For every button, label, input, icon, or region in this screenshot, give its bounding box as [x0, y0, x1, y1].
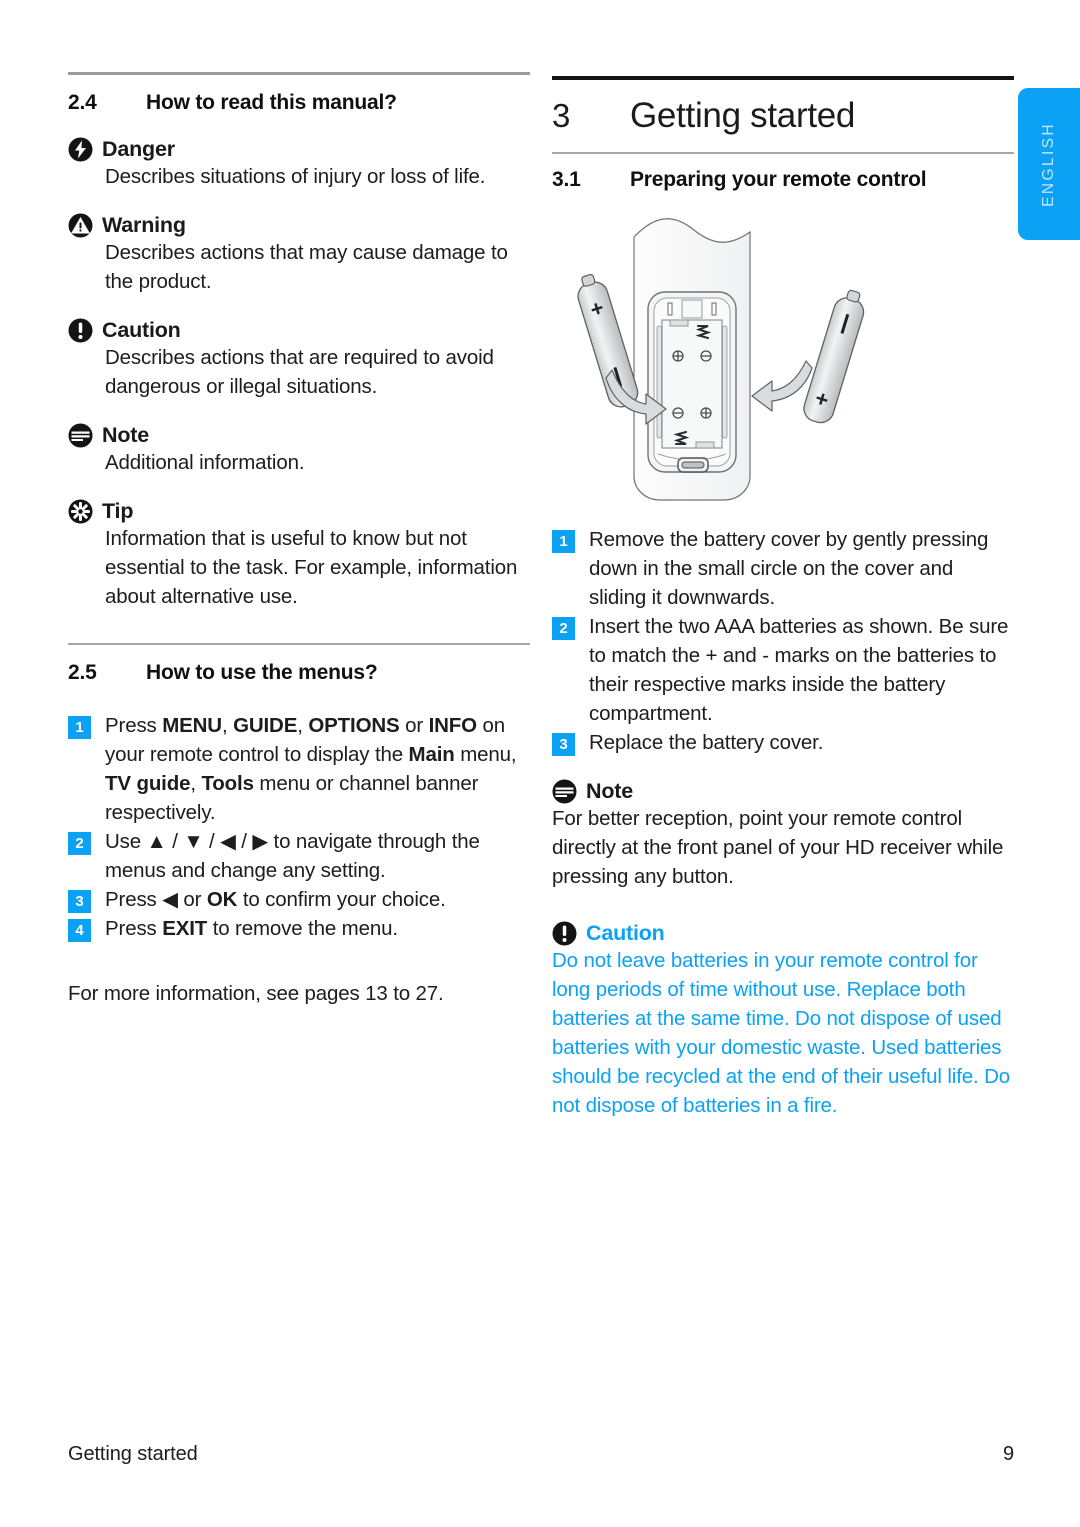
footer-chapter-label: Getting started [68, 1443, 198, 1465]
notice-text: Describes actions that are required to a… [105, 346, 494, 398]
footer-page-number: 9 [1002, 1443, 1014, 1465]
notice-label: Caution [586, 921, 665, 945]
notice-label: Danger [102, 137, 175, 161]
step-badge: 1 [552, 530, 575, 553]
warning-icon [68, 213, 93, 238]
right-column: 3 Getting started 3.1 Preparing your rem… [552, 0, 1014, 1120]
notice-warning: Warning Describes actions that may cause… [68, 213, 530, 296]
list-item: 1 Press MENU, GUIDE, OPTIONS or INFO on … [68, 711, 530, 827]
notice-text: Describes situations of injury or loss o… [105, 165, 486, 188]
notice-text: For better reception, point your remote … [552, 807, 1004, 888]
notice-title: Note [68, 423, 530, 448]
list-item: 4 Press EXIT to remove the menu. [68, 914, 530, 943]
section-heading-2-5: 2.5 How to use the menus? [68, 661, 530, 685]
language-tab: ENGLISH [1018, 88, 1080, 240]
list-item: 3 Replace the battery cover. [552, 728, 1014, 757]
page-footer: Getting started 9 [68, 1443, 1014, 1466]
step-text: Press ◀ or OK to confirm your choice. [105, 888, 446, 911]
notice-title: Warning [68, 213, 530, 238]
notice-note: Note Additional information. [68, 423, 530, 477]
remote-control-battery-diagram: + + [570, 208, 1014, 513]
section-title: How to read this manual? [146, 91, 397, 114]
language-tab-label: ENGLISH [1040, 121, 1057, 207]
section-title: How to use the menus? [146, 661, 378, 684]
notice-label: Warning [102, 213, 186, 237]
step-text: Insert the two AAA batteries as shown. B… [589, 615, 1009, 725]
list-item: 3 Press ◀ or OK to confirm your choice. [68, 885, 530, 914]
step-badge: 2 [552, 617, 575, 640]
note-icon [552, 779, 577, 804]
notice-caution: Caution Do not leave batteries in your r… [552, 921, 1014, 1120]
section-footnote: For more information, see pages 13 to 27… [68, 982, 444, 1005]
step-text: Remove the battery cover by gently press… [589, 528, 989, 609]
chapter-rule-bottom [552, 152, 1014, 154]
section-heading-3-1: 3.1 Preparing your remote control [552, 168, 1014, 192]
chapter-number: 3 [552, 97, 571, 134]
notice-title: Note [552, 779, 1014, 804]
danger-icon [68, 137, 93, 162]
notice-title: Tip [68, 499, 530, 524]
notice-title: Caution [68, 318, 530, 343]
manual-page: ENGLISH 2.4 How to read this manual? Dan… [0, 0, 1080, 1527]
step-text: Use ▲ / ▼ / ◀ / ▶ to navigate through th… [105, 830, 480, 882]
section-title: Preparing your remote control [630, 168, 927, 191]
menu-steps-list: 1 Press MENU, GUIDE, OPTIONS or INFO on … [68, 711, 530, 943]
step-badge: 2 [68, 832, 91, 855]
section-rule-2-4 [68, 72, 530, 75]
step-badge: 3 [68, 890, 91, 913]
step-text: Press MENU, GUIDE, OPTIONS or INFO on yo… [105, 714, 517, 824]
battery-insertion-illustration: + + [577, 218, 865, 501]
notice-tip: Tip Information that is useful to know b… [68, 499, 530, 611]
notice-text: Describes actions that may cause damage … [105, 241, 508, 293]
notice-title: Caution [552, 921, 1014, 946]
notice-caution: Caution Describes actions that are requi… [68, 318, 530, 401]
battery-steps-list: 1 Remove the battery cover by gently pre… [552, 525, 1014, 757]
section-heading-2-4: 2.4 How to read this manual? [68, 91, 530, 115]
notice-text: Information that is useful to know but n… [105, 527, 518, 608]
page-title: Getting started [630, 96, 856, 135]
step-badge: 1 [68, 716, 91, 739]
section-number: 2.5 [68, 661, 97, 684]
notice-label: Tip [102, 499, 134, 523]
step-text: Press EXIT to remove the menu. [105, 917, 398, 940]
chapter-rule-top [552, 76, 1014, 80]
note-icon [68, 423, 93, 448]
section-number: 2.4 [68, 91, 97, 114]
left-column: 2.4 How to read this manual? Danger Desc… [68, 0, 530, 1008]
section-number: 3.1 [552, 168, 581, 191]
list-item: 1 Remove the battery cover by gently pre… [552, 525, 1014, 612]
step-badge: 4 [68, 919, 91, 942]
section-rule-2-5 [68, 643, 530, 645]
list-item: 2 Insert the two AAA batteries as shown.… [552, 612, 1014, 728]
step-badge: 3 [552, 733, 575, 756]
notice-label: Caution [102, 318, 181, 342]
notice-text: Do not leave batteries in your remote co… [552, 949, 1010, 1117]
notice-label: Note [102, 423, 149, 447]
caution-icon [552, 921, 577, 946]
notice-title: Danger [68, 137, 530, 162]
chapter-heading: 3 Getting started [552, 96, 1014, 136]
notice-label: Note [586, 779, 633, 803]
caution-icon [68, 318, 93, 343]
notice-danger: Danger Describes situations of injury or… [68, 137, 530, 191]
notice-text: Additional information. [105, 451, 305, 474]
notice-note: Note For better reception, point your re… [552, 779, 1014, 891]
tip-icon [68, 499, 93, 524]
step-text: Replace the battery cover. [589, 731, 824, 754]
list-item: 2 Use ▲ / ▼ / ◀ / ▶ to navigate through … [68, 827, 530, 885]
